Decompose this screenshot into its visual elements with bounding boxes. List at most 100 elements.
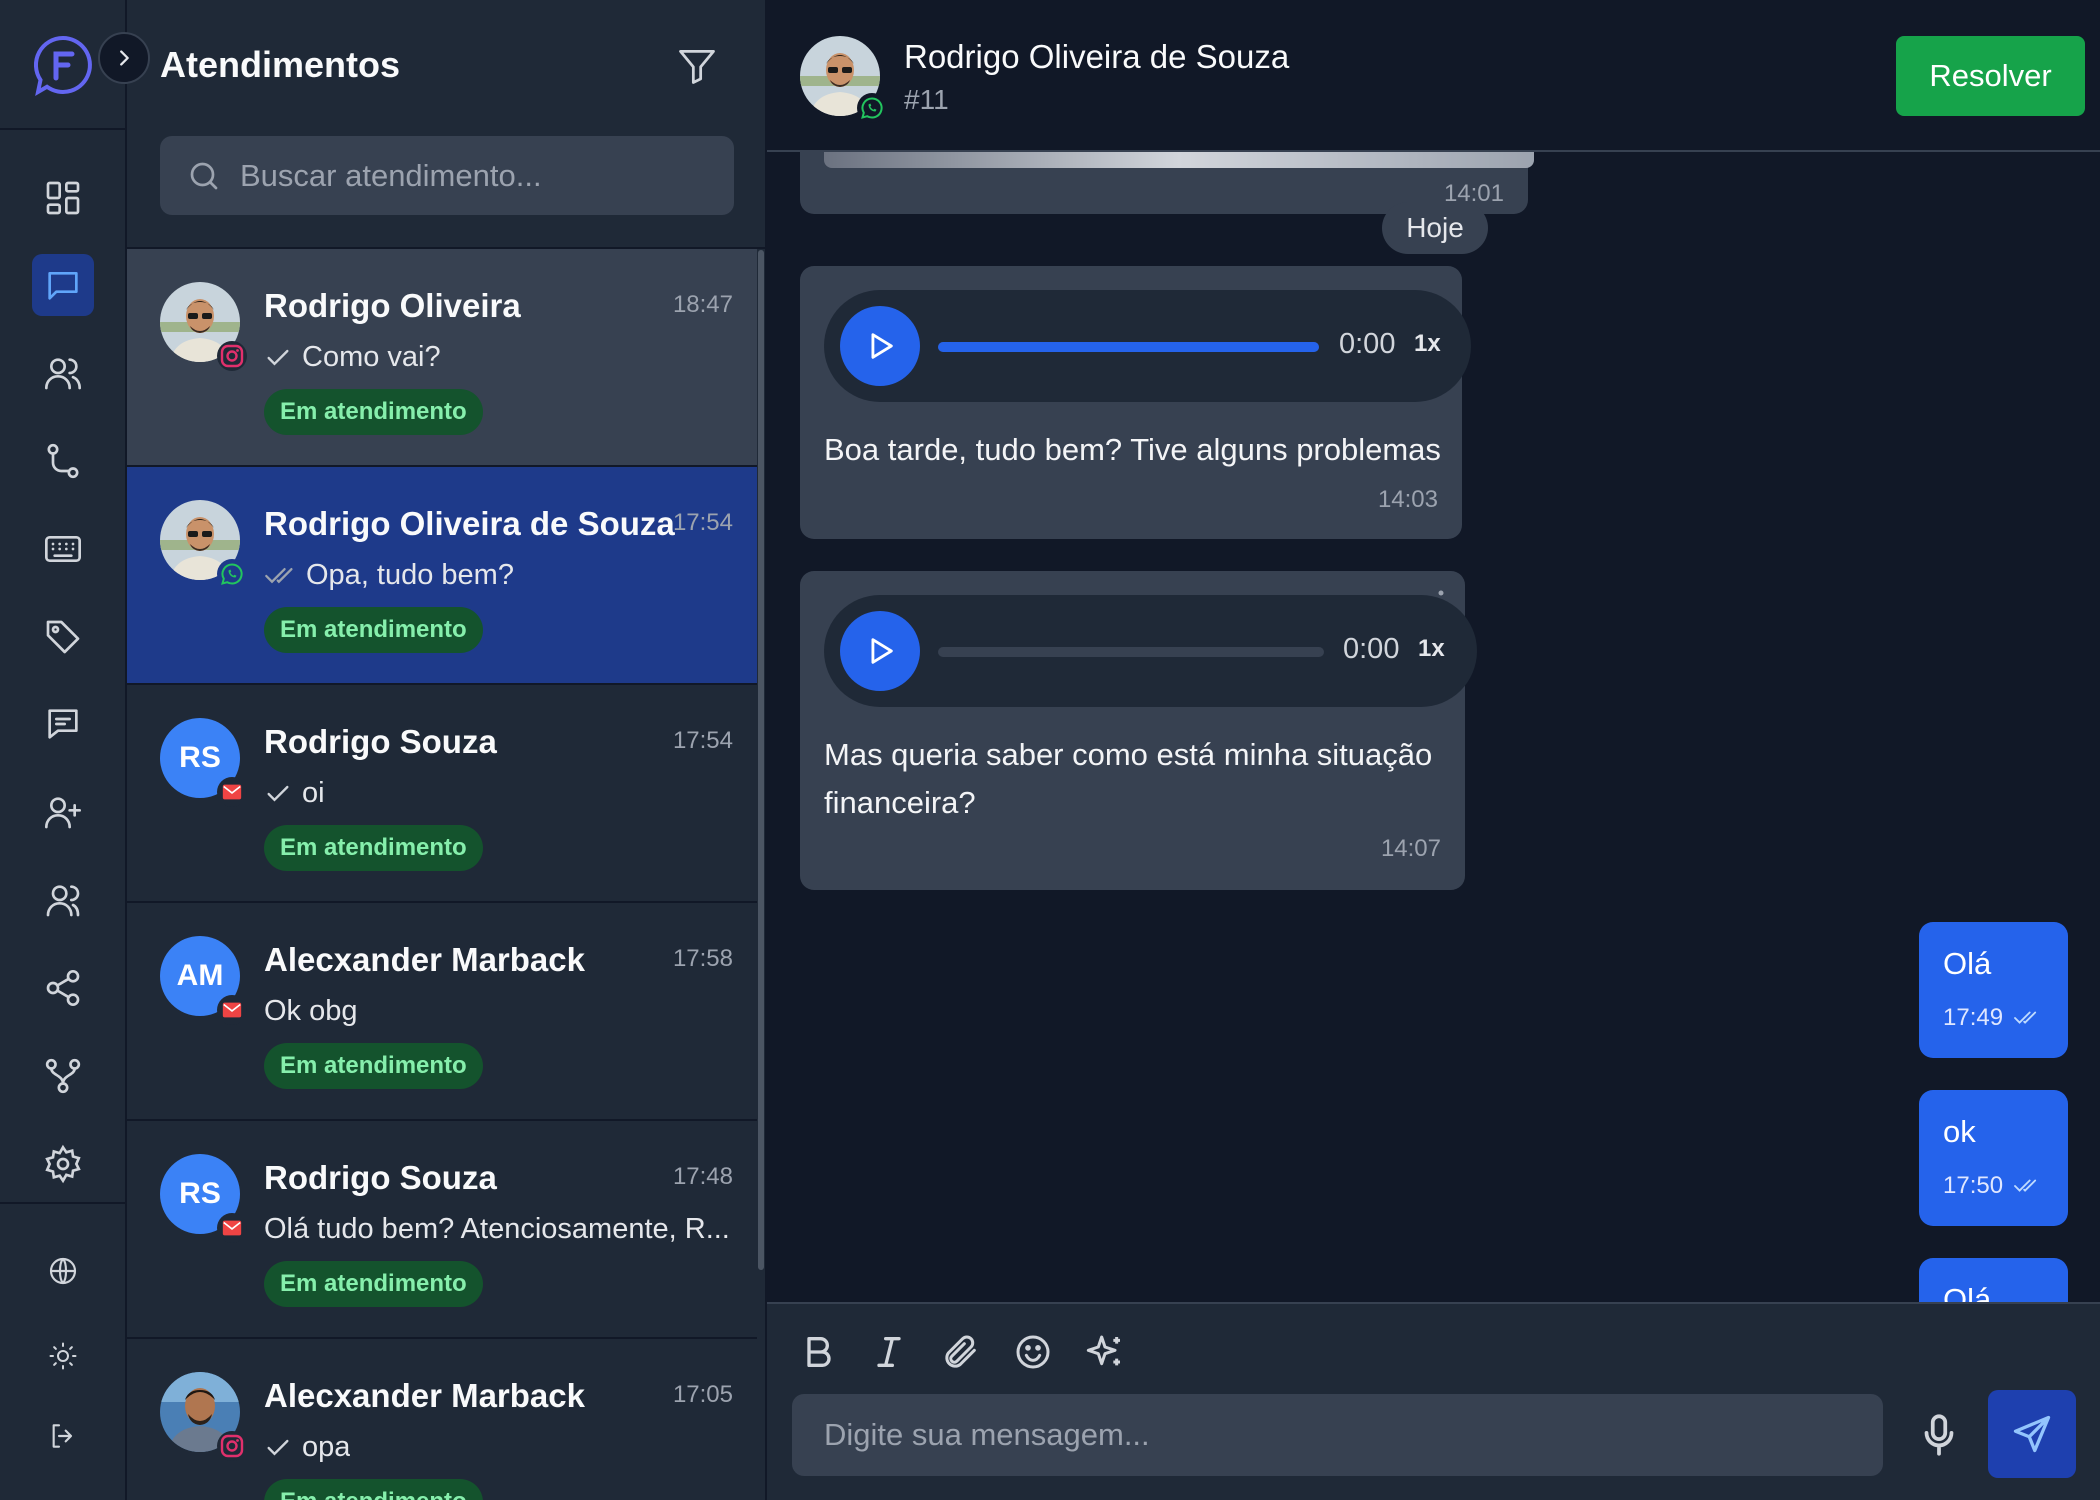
conversation-item[interactable]: AM Alecxander Marback 17:58 Ok obg Em at…	[127, 903, 757, 1121]
app-logo[interactable]	[32, 34, 94, 96]
list-scrollbar[interactable]	[758, 250, 764, 1270]
outgoing-message-bubble: ok 17:50	[1919, 1090, 2068, 1226]
message-meta: 17:49	[1943, 1004, 2041, 1032]
conversation-time: 18:47	[672, 291, 733, 318]
list-title: Atendimentos	[160, 44, 401, 85]
conversation-item[interactable]: Rodrigo Oliveira 18:47 Como vai? Em aten…	[127, 249, 757, 467]
conversation-item[interactable]: Alecxander Marback 17:05 opa Em atendime…	[127, 1339, 757, 1500]
ticket-number: #11	[904, 84, 949, 115]
team-icon[interactable]	[32, 869, 94, 931]
play-button[interactable]	[840, 306, 920, 386]
message-input-wrapper[interactable]	[792, 1394, 1883, 1476]
rail-divider	[0, 128, 127, 130]
audio-duration: 0:00	[1343, 633, 1400, 665]
message-meta: 17:50	[1943, 1172, 2041, 1200]
message-preview: opa	[264, 1431, 350, 1464]
status-badge: Em atendimento	[264, 607, 483, 653]
play-button[interactable]	[840, 611, 920, 691]
instagram-icon	[217, 341, 247, 371]
conversation-time: 17:54	[672, 727, 733, 754]
message-composer	[767, 1302, 2100, 1500]
conversation-item[interactable]: RS Rodrigo Souza 17:48 Olá tudo bem? Ate…	[127, 1121, 757, 1339]
tag-icon[interactable]	[32, 606, 94, 668]
message-preview: Olá tudo bem? Atenciosamente, R...	[264, 1213, 730, 1246]
chat-header: Rodrigo Oliveira de Souza #11 Resolver	[767, 0, 2100, 152]
contact-name: Rodrigo Oliveira	[264, 287, 521, 324]
double-check-icon	[2014, 1011, 2037, 1024]
double-check-icon	[2014, 1179, 2037, 1192]
chat-contact-name: Rodrigo Oliveira de Souza	[904, 38, 1290, 75]
contacts-icon[interactable]	[32, 342, 94, 404]
message-text: Olá	[1943, 946, 1992, 981]
message-bubble: 0:00 1x Mas queria saber como está minha…	[800, 571, 1477, 890]
contact-name: Rodrigo Oliveira de Souza	[264, 505, 675, 542]
dashboard-icon[interactable]	[32, 167, 94, 229]
preview-text: oi	[302, 777, 325, 809]
keyboard-icon[interactable]	[32, 518, 94, 580]
send-icon	[2013, 1415, 2051, 1453]
audio-progress-track[interactable]	[938, 647, 1324, 657]
message-time: 14:03	[1377, 486, 1438, 513]
status-badge: Em atendimento	[264, 825, 483, 871]
flow-icon[interactable]	[32, 430, 94, 492]
message-input[interactable]	[824, 1394, 1864, 1476]
conversation-list-panel: Atendimentos Rodrigo Oliveira 18:47 Como…	[127, 0, 767, 1500]
message-text-line: financeira?	[824, 785, 976, 820]
playback-speed[interactable]: 1x	[1414, 330, 1441, 358]
ai-sparkle-icon[interactable]	[1081, 1328, 1129, 1376]
message-preview: Ok obg	[264, 995, 358, 1028]
status-badge: Em atendimento	[264, 1479, 483, 1500]
logout-icon[interactable]	[32, 1405, 94, 1467]
message-icon[interactable]	[32, 693, 94, 755]
rail-divider	[0, 1202, 127, 1204]
conversation-time: 17:58	[672, 945, 733, 972]
attach-icon[interactable]	[937, 1328, 985, 1376]
preview-text: Como vai?	[302, 341, 441, 373]
bold-icon[interactable]	[795, 1328, 843, 1376]
message-bubble: 0:00 1x Boa tarde, tudo bem? Tive alguns…	[800, 266, 1471, 539]
chat-icon[interactable]	[32, 254, 94, 316]
resolve-button[interactable]: Resolver	[1896, 36, 2085, 116]
message-list: 14:01 Hoje 0:00 1x Boa tarde, tudo bem? …	[767, 152, 2100, 1302]
message-text: ok	[1943, 1114, 1976, 1149]
globe-icon[interactable]	[32, 1240, 94, 1302]
search-icon	[190, 162, 218, 189]
preview-text: Ok obg	[264, 995, 358, 1027]
conversation-item[interactable]: RS Rodrigo Souza 17:54 oi Em atendimento	[127, 685, 757, 903]
play-icon	[871, 333, 893, 359]
double-check-icon	[265, 567, 293, 583]
audio-progress-track[interactable]	[938, 342, 1319, 352]
email-icon	[217, 1213, 247, 1243]
whatsapp-icon	[857, 93, 887, 123]
expand-sidebar-button[interactable]	[98, 32, 150, 84]
sun-icon[interactable]	[32, 1325, 94, 1387]
send-button[interactable]	[1988, 1390, 2076, 1478]
conversation-item[interactable]: Rodrigo Oliveira de Souza 17:54 Opa, tud…	[127, 467, 757, 685]
message-text: Boa tarde, tudo bem? Tive alguns problem…	[824, 432, 1441, 467]
add-user-icon[interactable]	[32, 781, 94, 843]
contact-name: Alecxander Marback	[264, 1377, 585, 1414]
message-time: 17:50	[1943, 1172, 2004, 1199]
preview-text: opa	[302, 1431, 351, 1463]
search-input[interactable]	[240, 157, 720, 194]
settings-icon[interactable]	[32, 1133, 94, 1195]
contact-name: Rodrigo Souza	[264, 1159, 497, 1196]
audio-duration: 0:00	[1339, 328, 1396, 360]
italic-icon[interactable]	[865, 1328, 913, 1376]
filter-icon[interactable]	[675, 44, 719, 88]
outgoing-message-bubble: Olá 17:49	[1919, 922, 2068, 1058]
contact-name: Rodrigo Souza	[264, 723, 497, 760]
play-icon	[871, 638, 893, 664]
chevron-right-icon	[120, 50, 129, 66]
share-icon[interactable]	[32, 957, 94, 1019]
integration-icon[interactable]	[32, 1045, 94, 1107]
email-icon	[217, 777, 247, 807]
conversation-time: 17:05	[672, 1381, 733, 1408]
search-box[interactable]	[160, 136, 734, 215]
image-attachment[interactable]	[824, 152, 1534, 168]
message-time: 14:07	[1380, 835, 1441, 862]
emoji-icon[interactable]	[1009, 1328, 1057, 1376]
message-preview: Como vai?	[264, 341, 441, 374]
microphone-icon[interactable]	[1914, 1410, 1964, 1460]
playback-speed[interactable]: 1x	[1418, 635, 1445, 663]
